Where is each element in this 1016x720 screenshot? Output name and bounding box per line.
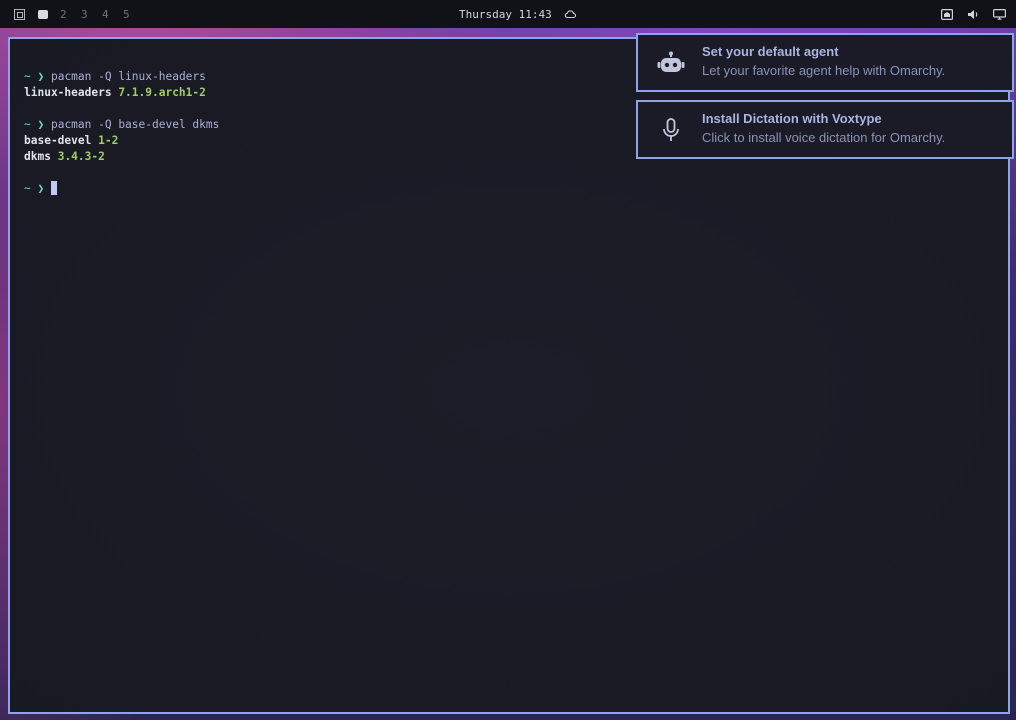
package-name: dkms <box>24 150 51 163</box>
notification-title: Install Dictation with Voxtype <box>702 111 882 126</box>
package-version: 1-2 <box>98 134 119 147</box>
prompt: ~ ❯ <box>24 118 45 131</box>
prompt: ~ ❯ <box>24 70 45 83</box>
workspace-switcher: 2 3 4 5 <box>14 0 144 28</box>
workspace-2[interactable]: 2 <box>60 8 81 21</box>
terminal-active-prompt[interactable]: ~ ❯ <box>24 181 219 197</box>
clock-area: Thursday 11:43 <box>459 0 576 28</box>
workspace-1-active[interactable] <box>38 9 48 19</box>
weather-cloud-icon[interactable] <box>564 9 576 19</box>
prompt: ~ ❯ <box>24 182 45 195</box>
microphone-icon <box>663 118 679 141</box>
volume-icon[interactable] <box>966 7 980 21</box>
command-text: pacman -Q linux-headers <box>50 70 206 83</box>
workspace-3[interactable]: 3 <box>81 8 102 21</box>
terminal-output-line: linux-headers 7.1.9.arch1-2 <box>24 85 219 101</box>
terminal-output: ~ ❯ pacman -Q linux-headers linux-header… <box>24 69 219 197</box>
notification-title: Set your default agent <box>702 44 839 59</box>
terminal-output-line: dkms 3.4.3-2 <box>24 149 219 165</box>
text-cursor <box>50 181 57 195</box>
apps-icon[interactable] <box>14 8 25 20</box>
clock[interactable]: Thursday 11:43 <box>459 8 552 21</box>
robot-icon <box>657 51 685 72</box>
notification-body: Let your favorite agent help with Omarch… <box>702 63 946 78</box>
system-tray <box>928 0 1006 28</box>
workspace-4[interactable]: 4 <box>102 8 123 21</box>
package-version: 3.4.3-2 <box>57 150 105 163</box>
notification-body: Click to install voice dictation for Oma… <box>702 130 946 145</box>
terminal-command-line: ~ ❯ pacman -Q linux-headers <box>24 69 219 85</box>
notification-install-dictation[interactable]: Install Dictation with Voxtype Click to … <box>636 100 1014 159</box>
package-name: base-devel <box>24 134 92 147</box>
display-icon[interactable] <box>992 7 1006 21</box>
package-name: linux-headers <box>24 86 112 99</box>
terminal-output-line: base-devel 1-2 <box>24 133 219 149</box>
terminal-command-line: ~ ❯ pacman -Q base-devel dkms <box>24 117 219 133</box>
workspace-5[interactable]: 5 <box>123 8 144 21</box>
command-text: pacman -Q base-devel dkms <box>50 118 220 131</box>
top-bar: 2 3 4 5 Thursday 11:43 <box>0 0 1016 28</box>
notification-default-agent[interactable]: Set your default agent Let your favorite… <box>636 33 1014 92</box>
network-icon[interactable] <box>940 7 954 21</box>
package-version: 7.1.9.arch1-2 <box>118 86 206 99</box>
